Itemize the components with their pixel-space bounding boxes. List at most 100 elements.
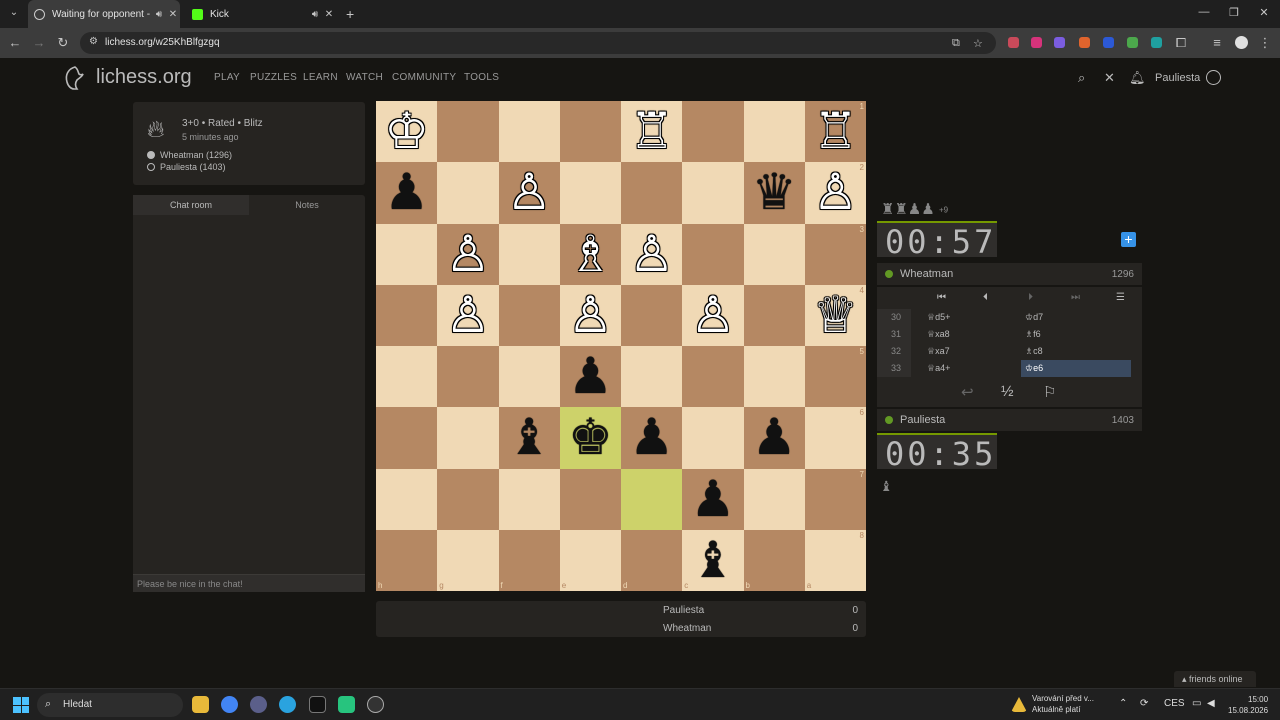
- board-square[interactable]: [682, 101, 744, 163]
- media-control-icon[interactable]: ≡: [1208, 35, 1226, 50]
- weather-warning[interactable]: Varování před v... Aktuálně platí: [1032, 693, 1094, 715]
- board-square[interactable]: h: [376, 529, 438, 591]
- forward-icon[interactable]: →: [30, 35, 48, 50]
- board-square[interactable]: 3: [804, 223, 866, 285]
- black-move[interactable]: ♗f6: [1021, 326, 1131, 343]
- obs-icon[interactable]: [250, 696, 267, 713]
- resign-flag-icon[interactable]: ⚐: [1043, 383, 1056, 401]
- white-piece-icon[interactable]: ♙: [437, 285, 498, 346]
- black-piece-icon[interactable]: ♟: [744, 407, 805, 468]
- board-square[interactable]: [498, 223, 560, 285]
- board-square[interactable]: [621, 468, 683, 530]
- windows-start-icon[interactable]: [13, 697, 29, 713]
- board-square[interactable]: 8a: [804, 529, 866, 591]
- white-move[interactable]: ♕xa7: [911, 346, 1021, 357]
- black-move[interactable]: ♔d7: [1021, 309, 1131, 326]
- next-move-icon[interactable]: ⏵: [1028, 292, 1033, 303]
- white-move[interactable]: ♕d5+: [911, 312, 1021, 323]
- minimize-icon[interactable]: —: [1194, 6, 1214, 18]
- friends-online-tab[interactable]: ▴ friends online: [1174, 671, 1256, 687]
- white-move[interactable]: ♕xa8: [911, 329, 1021, 340]
- board-square[interactable]: [743, 101, 805, 163]
- tab-notes[interactable]: Notes: [249, 195, 365, 215]
- white-piece-icon[interactable]: ♙: [621, 224, 682, 285]
- white-piece-icon[interactable]: ♗: [560, 224, 621, 285]
- black-player[interactable]: Pauliesta (1403): [147, 162, 226, 172]
- board-square[interactable]: [437, 346, 499, 408]
- board-square[interactable]: [621, 284, 683, 346]
- lichess-knight-logo-icon[interactable]: [62, 65, 88, 91]
- extension-icon[interactable]: [1054, 37, 1065, 48]
- reload-icon[interactable]: ↻: [54, 35, 72, 51]
- black-piece-icon[interactable]: ♟: [560, 346, 621, 407]
- black-piece-icon[interactable]: ♟: [376, 162, 437, 223]
- nav-community[interactable]: COMMUNITY: [392, 72, 456, 83]
- white-player[interactable]: Wheatman (1296): [147, 150, 232, 160]
- first-move-icon[interactable]: ⏮: [937, 292, 946, 303]
- white-piece-icon[interactable]: ♖: [621, 101, 682, 162]
- player-user[interactable]: Pauliesta 1403: [877, 409, 1142, 431]
- board-square[interactable]: [437, 407, 499, 469]
- speaker-icon[interactable]: 🔊︎: [308, 9, 322, 20]
- new-tab-icon[interactable]: +: [346, 6, 354, 22]
- board-square[interactable]: e: [559, 529, 621, 591]
- extension-icon[interactable]: [1008, 37, 1019, 48]
- board-square[interactable]: [498, 101, 560, 163]
- search-icon[interactable]: ⌕: [1078, 70, 1085, 86]
- user-menu-name[interactable]: Pauliesta: [1155, 72, 1200, 84]
- profile-avatar-icon[interactable]: [1235, 36, 1248, 49]
- board-square[interactable]: f: [498, 529, 560, 591]
- chat-input[interactable]: Please be nice in the chat!: [133, 574, 365, 592]
- chess-board[interactable]: 1 2 3 4 5 6 7 h g f e d c b 8 a ♔ ♖ ♖ ♟ ♙ ♛ ♙ ♙ ♗ ♙ ♙ ♙ ♙ ♕ ♟ ♝ ♚ ♟ ♟ ♟ ♝: [376, 101, 866, 591]
- tray-app-icon[interactable]: ⟳: [1140, 698, 1148, 709]
- telegram-icon[interactable]: [279, 696, 296, 713]
- nav-learn[interactable]: LEARN: [303, 72, 338, 83]
- close-tab-icon[interactable]: ✕: [322, 9, 336, 20]
- site-info-icon[interactable]: ⚙: [89, 36, 98, 47]
- restore-icon[interactable]: ❐: [1224, 6, 1244, 19]
- offer-draw-button[interactable]: ½: [1001, 383, 1014, 400]
- site-logo-text[interactable]: lichess.org: [96, 66, 192, 89]
- install-app-icon[interactable]: ⧉: [952, 37, 960, 50]
- board-square[interactable]: [621, 162, 683, 224]
- white-move[interactable]: ♕a4+: [911, 363, 1021, 374]
- board-square[interactable]: [621, 346, 683, 408]
- network-icon[interactable]: ▭: [1192, 698, 1201, 709]
- close-window-icon[interactable]: ✕: [1254, 6, 1274, 19]
- white-piece-icon[interactable]: ♔: [376, 101, 437, 162]
- black-piece-icon[interactable]: ♝: [682, 530, 743, 591]
- board-square[interactable]: [682, 346, 744, 408]
- board-square[interactable]: [743, 468, 805, 530]
- board-square[interactable]: [376, 284, 438, 346]
- board-square[interactable]: [437, 468, 499, 530]
- black-piece-icon[interactable]: ♝: [499, 407, 560, 468]
- board-square[interactable]: [559, 468, 621, 530]
- opponent-user[interactable]: Wheatman 1296: [877, 263, 1142, 285]
- white-piece-icon[interactable]: ♖: [805, 101, 866, 162]
- white-piece-icon[interactable]: ♙: [499, 162, 560, 223]
- user-avatar-icon[interactable]: [1206, 70, 1221, 85]
- speaker-icon[interactable]: 🔊︎: [152, 9, 166, 20]
- back-icon[interactable]: ←: [6, 35, 24, 50]
- extension-icon[interactable]: [1151, 37, 1162, 48]
- board-square[interactable]: [682, 407, 744, 469]
- pycharm-icon[interactable]: [309, 696, 326, 713]
- black-move[interactable]: ♗c8: [1021, 343, 1131, 360]
- extensions-puzzle-icon[interactable]: ⧠: [1172, 35, 1190, 51]
- nav-tools[interactable]: TOOLS: [464, 72, 499, 83]
- add-time-button[interactable]: +: [1121, 232, 1136, 247]
- board-square[interactable]: [743, 284, 805, 346]
- extension-icon[interactable]: [1103, 37, 1114, 48]
- nav-play[interactable]: PLAY: [214, 72, 240, 83]
- black-piece-icon[interactable]: ♟: [621, 407, 682, 468]
- tray-overflow-icon[interactable]: ⌃: [1119, 698, 1127, 709]
- last-move-icon[interactable]: ⏭: [1071, 292, 1080, 303]
- board-square[interactable]: d: [621, 529, 683, 591]
- white-piece-icon[interactable]: ♙: [805, 162, 866, 223]
- volume-icon[interactable]: ◀: [1207, 698, 1215, 709]
- board-square[interactable]: 6: [804, 407, 866, 469]
- board-square[interactable]: [559, 162, 621, 224]
- notifications-bell-icon[interactable]: 🔔︎: [1129, 70, 1146, 86]
- menu-icon[interactable]: ☰: [1116, 292, 1125, 303]
- extension-icon[interactable]: [1127, 37, 1138, 48]
